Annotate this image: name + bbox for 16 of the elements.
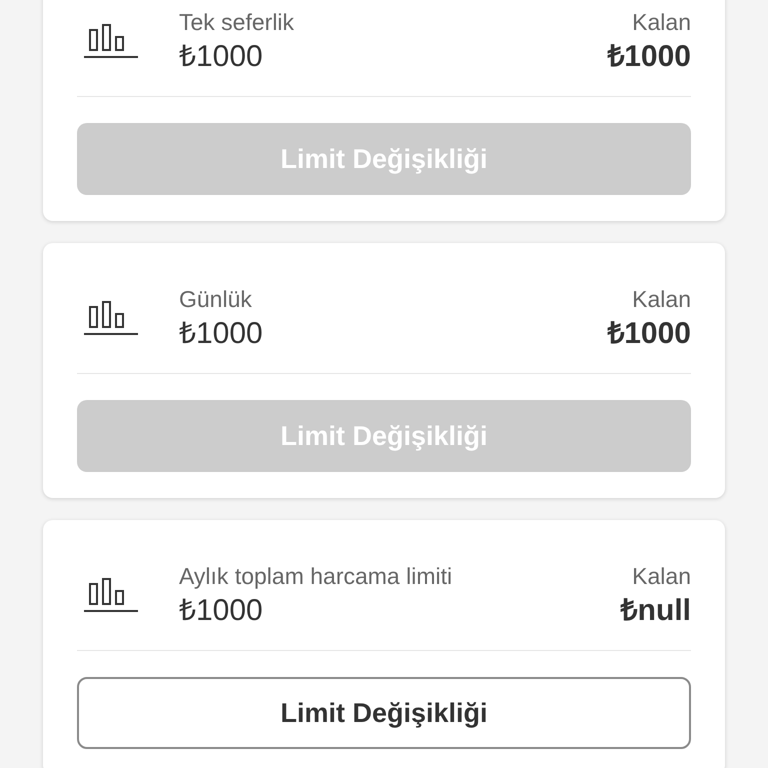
bar-chart-icon (83, 300, 139, 336)
limit-change-button[interactable]: Limit Değişikliği (77, 677, 691, 749)
limit-amount: ₺1000 (179, 593, 264, 629)
remaining-amount: ₺null (620, 593, 691, 629)
remaining-label: Kalan (632, 285, 691, 314)
bar-chart-icon (83, 577, 139, 613)
remaining-label: Kalan (632, 562, 691, 591)
limit-label: Aylık toplam harcama limiti (179, 562, 454, 591)
remaining-amount: ₺1000 (607, 316, 691, 352)
limit-amount: ₺1000 (179, 316, 264, 352)
bar-chart-icon (83, 23, 139, 59)
limit-label: Günlük (179, 285, 253, 314)
limit-label: Tek seferlik (179, 8, 296, 37)
remaining-amount: ₺1000 (607, 39, 691, 75)
limit-amount: ₺1000 (179, 39, 264, 75)
remaining-label: Kalan (632, 8, 691, 37)
